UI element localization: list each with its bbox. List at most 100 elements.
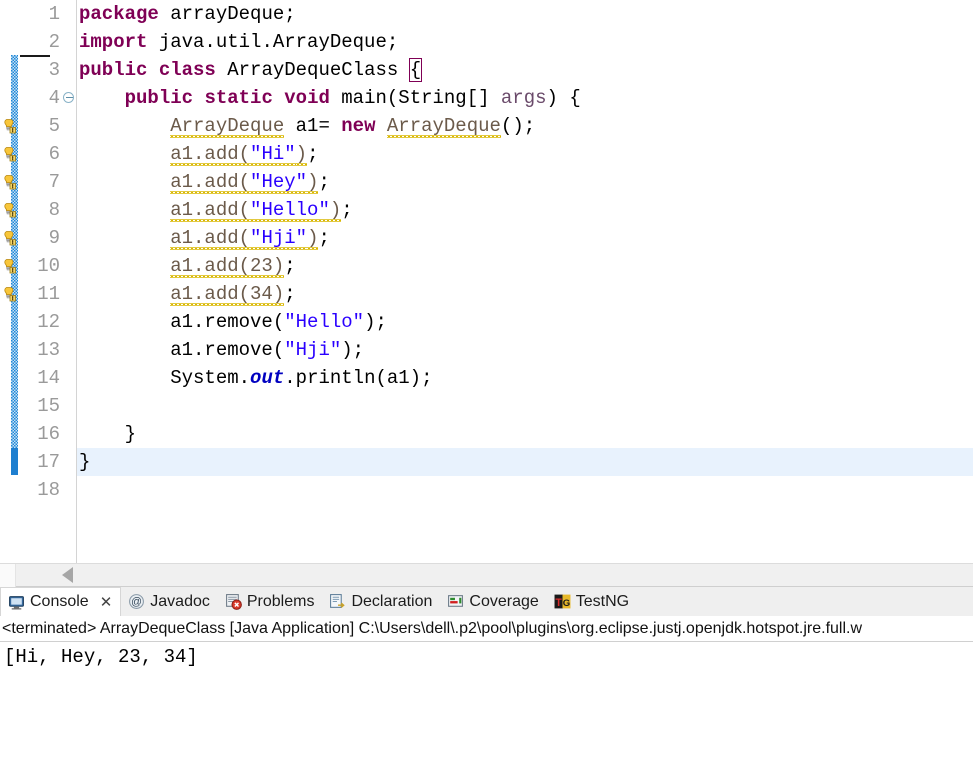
- code-token: void: [284, 87, 330, 109]
- view-tab-bar[interactable]: Console ✕ @ Javadoc Problems Declaration Cover…: [0, 587, 973, 617]
- code-token: ArrayDequeClass: [215, 59, 410, 81]
- testng-icon: TG: [554, 593, 571, 610]
- code-token: "Hey": [250, 171, 308, 193]
- code-line[interactable]: a1.add(23);: [77, 252, 973, 280]
- eclipse-workbench: 1 2 3 4 5 6 7 8 9 10 11 12 13 14 15 16 17 18 package arra…: [0, 0, 973, 757]
- coverage-icon: [447, 593, 464, 610]
- code-token: import: [79, 31, 148, 53]
- line-number: 17: [37, 451, 60, 473]
- svg-text:G: G: [562, 598, 569, 609]
- line-number: 16: [37, 423, 60, 445]
- code-line[interactable]: a1.add("Hey");: [77, 168, 973, 196]
- line-number: 15: [37, 395, 60, 417]
- code-token: a1.remove(: [170, 311, 285, 333]
- code-line[interactable]: public static void main(String[] args) {: [77, 84, 973, 112]
- code-token: "Hello": [250, 199, 330, 221]
- code-token: a1.add(: [170, 227, 251, 249]
- code-line[interactable]: System.out.println(a1);: [77, 364, 973, 392]
- code-line[interactable]: a1.add("Hi");: [77, 140, 973, 168]
- code-token: out: [250, 367, 285, 389]
- svg-text:T: T: [555, 597, 562, 609]
- code-token: args: [500, 87, 547, 109]
- code-text-area[interactable]: package arrayDeque; import java.util.Arra…: [77, 0, 973, 563]
- code-line[interactable]: a1.add("Hello");: [77, 196, 973, 224]
- line-number-ruler: 1 2 3 4 5 6 7 8 9 10 11 12 13 14 15 16 17 18: [18, 0, 62, 563]
- code-line[interactable]: a1.remove("Hji");: [77, 336, 973, 364]
- folding-ruler[interactable]: [62, 0, 77, 563]
- code-token: java.util.ArrayDeque;: [147, 31, 399, 53]
- code-token: );: [341, 339, 365, 361]
- code-token: System.: [170, 367, 251, 389]
- tab-javadoc[interactable]: @ Javadoc: [121, 587, 218, 616]
- tab-console[interactable]: Console ✕: [0, 587, 122, 617]
- tab-testng[interactable]: T G TestNG: [547, 587, 637, 616]
- warning-lightbulb-icon[interactable]: [1, 174, 17, 190]
- warning-lightbulb-icon[interactable]: [1, 230, 17, 246]
- warning-lightbulb-icon[interactable]: [1, 258, 17, 274]
- code-token: public: [124, 87, 194, 109]
- code-line[interactable]: [77, 392, 973, 420]
- code-token: );: [364, 311, 387, 333]
- warning-lightbulb-icon[interactable]: [1, 202, 17, 218]
- line-number: 1: [48, 3, 60, 25]
- warning-lightbulb-icon[interactable]: [1, 146, 17, 162]
- tab-declaration[interactable]: Declaration: [322, 587, 440, 616]
- close-icon[interactable]: ✕: [100, 595, 113, 610]
- code-token: ;: [318, 227, 330, 249]
- code-line[interactable]: a1.remove("Hello");: [77, 308, 973, 336]
- warning-lightbulb-icon[interactable]: [1, 286, 17, 302]
- code-token: public: [79, 59, 148, 81]
- code-line[interactable]: }: [77, 420, 973, 448]
- code-token: ArrayDeque: [386, 115, 501, 137]
- tab-problems[interactable]: Problems: [218, 587, 323, 616]
- code-line[interactable]: public class ArrayDequeClass {: [77, 56, 973, 84]
- ruler-separator-mark: [20, 55, 50, 57]
- line-number: 10: [37, 255, 60, 277]
- code-token: }: [79, 451, 91, 473]
- bottom-view-panel: Console ✕ @ Javadoc Problems Declaration Cover…: [0, 586, 973, 757]
- code-token: ;: [341, 199, 353, 221]
- code-token: new: [341, 115, 376, 137]
- warning-lightbulb-icon[interactable]: [1, 118, 17, 134]
- line-number: 7: [48, 171, 60, 193]
- line-number: 11: [37, 283, 60, 305]
- annotation-ruler[interactable]: [0, 0, 18, 563]
- console-output-text[interactable]: [Hi, Hey, 23, 34]: [0, 642, 973, 757]
- code-token: static: [204, 87, 273, 109]
- code-token: a1.add(: [170, 143, 251, 165]
- line-number: 9: [48, 227, 60, 249]
- line-number: 5: [48, 115, 60, 137]
- fold-collapse-icon[interactable]: [63, 92, 76, 105]
- code-token: ArrayDeque: [170, 115, 285, 137]
- tab-label: Declaration: [351, 592, 433, 610]
- code-line[interactable]: a1.add("Hji");: [77, 224, 973, 252]
- editor-horizontal-scrollbar[interactable]: [0, 563, 973, 587]
- line-number: 6: [48, 143, 60, 165]
- tab-label: Console: [30, 593, 89, 610]
- console-launch-label: <terminated> ArrayDequeClass [Java Appli…: [0, 616, 973, 642]
- java-editor[interactable]: 1 2 3 4 5 6 7 8 9 10 11 12 13 14 15 16 17 18 package arra…: [0, 0, 973, 563]
- code-token: a1.remove(: [170, 339, 285, 361]
- code-line[interactable]: [77, 476, 973, 504]
- code-line[interactable]: ArrayDeque a1= new ArrayDeque();: [77, 112, 973, 140]
- scroll-left-arrow[interactable]: [62, 567, 73, 583]
- code-line[interactable]: }: [77, 448, 973, 476]
- tab-coverage[interactable]: Coverage: [440, 587, 546, 616]
- svg-text:@: @: [131, 596, 142, 608]
- code-token: ) {: [546, 87, 581, 109]
- code-token: "Hello": [284, 311, 365, 333]
- code-token: a1.add(34): [170, 283, 285, 305]
- code-line[interactable]: a1.add(34);: [77, 280, 973, 308]
- line-number: 4: [48, 87, 60, 109]
- code-line[interactable]: import java.util.ArrayDeque;: [77, 28, 973, 56]
- code-line[interactable]: package arrayDeque;: [77, 0, 973, 28]
